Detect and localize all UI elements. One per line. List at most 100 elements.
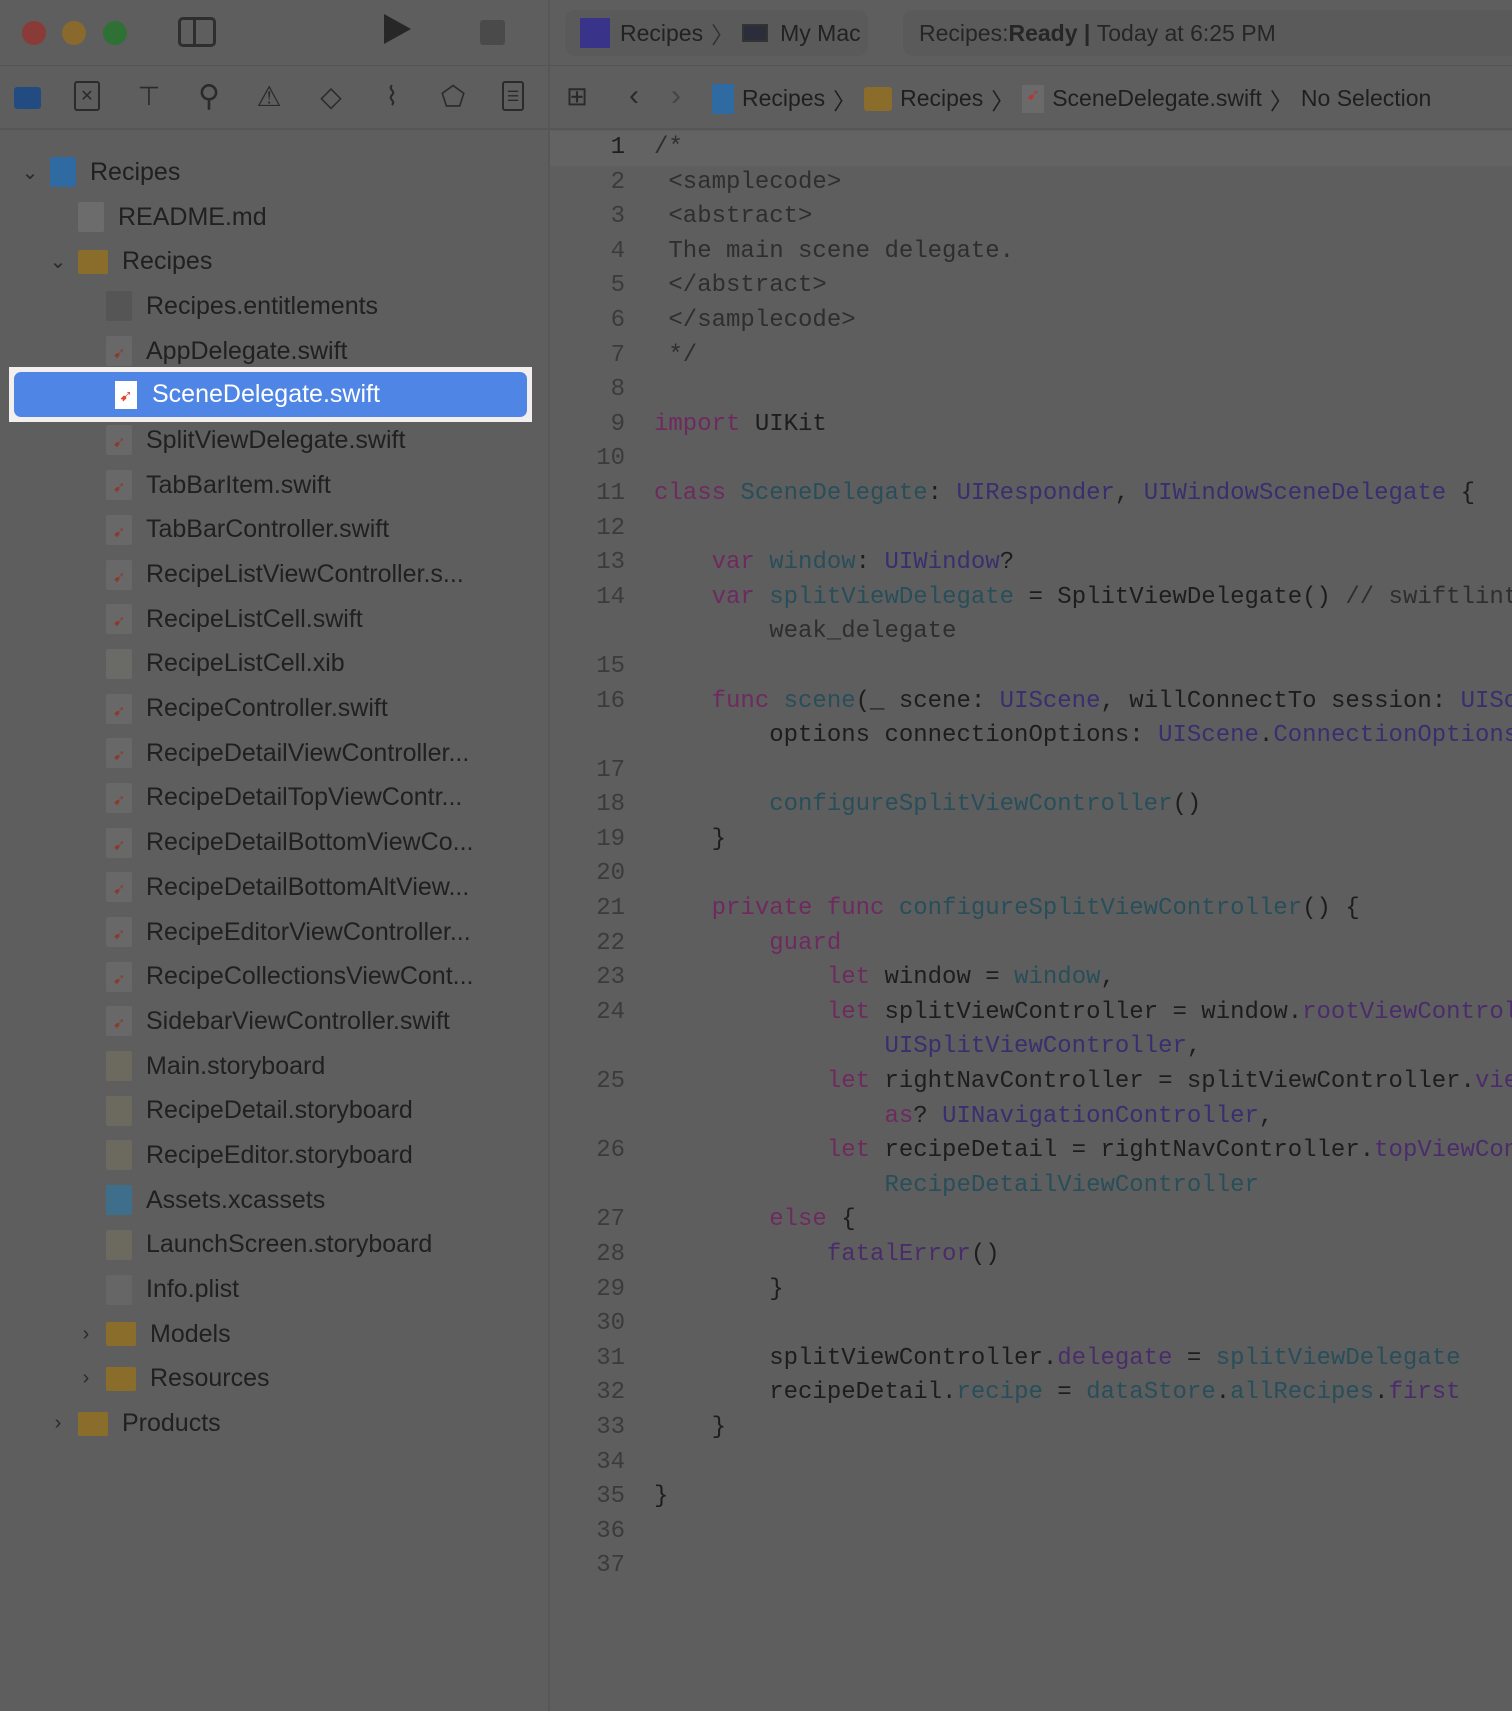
navigator-item-selected[interactable]: ➹ SceneDelegate.swift xyxy=(14,372,527,417)
jump-bar-file[interactable]: SceneDelegate.swift xyxy=(1052,85,1262,112)
swift-icon: ➹ xyxy=(106,827,132,858)
source-control-navigator-icon[interactable]: ✕ xyxy=(74,81,100,111)
navigator-item[interactable]: ➹ RecipeDetailViewController... xyxy=(0,731,548,776)
navigator-item[interactable]: ⌄ Recipes xyxy=(0,150,548,195)
code-text: let rightNavController = splitViewContro… xyxy=(625,1065,1512,1100)
code-token: <abstract> xyxy=(654,203,813,231)
navigator-item[interactable]: › Products xyxy=(0,1401,548,1446)
code-line: 20 xyxy=(550,857,1512,892)
code-token: private func xyxy=(711,895,885,923)
disclosure-right-icon[interactable]: › xyxy=(74,1323,98,1346)
code-token: allRecipes xyxy=(1230,1379,1375,1407)
navigator-item[interactable]: › Models xyxy=(0,1312,548,1357)
navigator-item[interactable]: ➹ RecipeEditorViewController... xyxy=(0,910,548,955)
selected-file-highlight: ➹ SceneDelegate.swift xyxy=(9,367,532,422)
code-text: guard xyxy=(625,927,841,962)
debug-navigator-icon[interactable]: ⌇ xyxy=(376,79,408,113)
zoom-window-button[interactable] xyxy=(103,21,127,45)
navigator-item[interactable]: ➹ SplitViewDelegate.swift xyxy=(0,418,548,463)
jump-bar-project[interactable]: Recipes xyxy=(742,85,825,112)
jump-bar-group[interactable]: Recipes xyxy=(900,85,983,112)
line-number xyxy=(550,615,625,650)
navigator-item-label: TabBarItem.swift xyxy=(146,470,331,499)
navigator-item[interactable]: ➹ RecipeListCell.swift xyxy=(0,597,548,642)
code-text: </samplecode> xyxy=(625,304,855,339)
report-navigator-icon[interactable]: ☰ xyxy=(502,81,524,111)
line-number: 25 xyxy=(596,1068,625,1096)
test-navigator-icon[interactable]: ◇ xyxy=(316,79,346,113)
navigator-item[interactable]: RecipeDetail.storyboard xyxy=(0,1088,548,1133)
code-token: = xyxy=(1172,1344,1216,1372)
navigator-item-label: Main.storyboard xyxy=(146,1051,326,1080)
line-number: 27 xyxy=(596,1206,625,1234)
line-number: 15 xyxy=(596,652,625,680)
folder-icon xyxy=(106,1366,136,1391)
scheme-selector[interactable]: Recipes 〉 My Mac xyxy=(565,10,868,56)
navigator-item[interactable]: ⌄ Recipes xyxy=(0,239,548,284)
title-bar: Recipes 〉 My Mac Recipes: Ready | Today … xyxy=(0,0,1512,66)
navigator-item[interactable]: Assets.xcassets xyxy=(0,1178,548,1223)
code-token: recipeDetail. xyxy=(654,1379,957,1407)
code-token: options connectionOptions: xyxy=(654,722,1159,750)
code-token: as xyxy=(884,1102,914,1130)
disclosure-down-icon[interactable]: ⌄ xyxy=(18,160,42,185)
disclosure-right-icon[interactable]: › xyxy=(74,1367,98,1390)
code-line: 19 } xyxy=(550,823,1512,858)
code-token: : xyxy=(855,549,885,577)
app-icon xyxy=(580,18,610,48)
code-token: else xyxy=(769,1206,827,1234)
close-window-button[interactable] xyxy=(22,21,46,45)
disclosure-down-icon[interactable]: ⌄ xyxy=(46,249,70,274)
related-items-icon[interactable]: ⊞ xyxy=(563,81,591,111)
navigator-item[interactable]: ➹ RecipeListViewController.s... xyxy=(0,552,548,597)
jump-bar-symbol[interactable]: No Selection xyxy=(1301,85,1431,112)
code-text: func scene(_ scene: UIScene, willConnect… xyxy=(625,685,1512,720)
issue-navigator-icon[interactable]: ⚠ xyxy=(254,79,284,113)
navigator-item[interactable]: RecipeEditor.storyboard xyxy=(0,1133,548,1178)
back-button[interactable]: ‹ xyxy=(622,79,646,113)
navigator-item[interactable]: ➹ SidebarViewController.swift xyxy=(0,999,548,1044)
run-button[interactable] xyxy=(384,14,411,44)
navigator-item[interactable]: ➹ TabBarController.swift xyxy=(0,508,548,553)
symbol-navigator-icon[interactable]: ⊤ xyxy=(134,81,164,111)
disclosure-right-icon[interactable]: › xyxy=(46,1412,70,1435)
forward-button[interactable]: › xyxy=(664,79,688,113)
code-token: UIWindowSceneDelegate xyxy=(1143,479,1447,507)
source-editor[interactable]: 1/* 2 <samplecode> 3 <abstract> 4 The main … xyxy=(550,131,1512,1711)
code-line: 4 The main scene delegate. xyxy=(550,235,1512,270)
navigator-item[interactable]: ➹ RecipeDetailBottomViewCo... xyxy=(0,820,548,865)
navigator-item[interactable]: Main.storyboard xyxy=(0,1044,548,1089)
swift-icon: ➹ xyxy=(106,961,132,992)
code-token: (_ scene: xyxy=(855,687,1000,715)
navigator-item[interactable]: ➹ RecipeCollectionsViewCont... xyxy=(0,954,548,999)
navigator-item[interactable]: Recipes.entitlements xyxy=(0,284,548,329)
navigator-item[interactable]: ➹ RecipeDetailTopViewContr... xyxy=(0,776,548,821)
project-navigator-icon[interactable] xyxy=(14,87,41,109)
code-text: <samplecode> xyxy=(625,166,841,201)
navigator-item[interactable]: README.md xyxy=(0,195,548,240)
code-token: = SplitViewDelegate() xyxy=(1014,583,1346,611)
navigator-item[interactable]: › Resources xyxy=(0,1357,548,1402)
line-number: 3 xyxy=(610,203,625,231)
code-line: 8 xyxy=(550,373,1512,408)
code-line: 1 /* xyxy=(550,131,1512,166)
code-token: . xyxy=(1215,1379,1231,1407)
navigator-item[interactable]: ➹ TabBarItem.swift xyxy=(0,463,548,508)
navigator-item[interactable]: ➹ RecipeDetailBottomAltView... xyxy=(0,865,548,910)
breakpoint-navigator-icon[interactable]: ⬠ xyxy=(436,79,470,113)
find-navigator-icon[interactable]: ⚲ xyxy=(194,79,224,113)
code-line: 31 splitViewController.delegate = splitV… xyxy=(550,1342,1512,1377)
navigator-item[interactable]: LaunchScreen.storyboard xyxy=(0,1223,548,1268)
navigator-item[interactable]: Info.plist xyxy=(0,1267,548,1312)
toggle-navigator-icon[interactable] xyxy=(178,17,216,47)
minimize-window-button[interactable] xyxy=(62,21,86,45)
stop-button[interactable] xyxy=(480,20,505,45)
navigator-item[interactable]: RecipeListCell.xib xyxy=(0,642,548,687)
navigator-item[interactable]: ➹ RecipeController.swift xyxy=(0,686,548,731)
